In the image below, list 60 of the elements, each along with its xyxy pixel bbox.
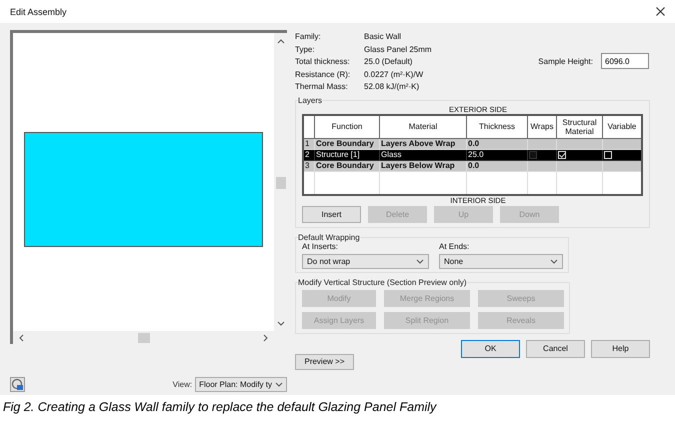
table-cell: Structure [1] [314, 149, 380, 160]
group-label: Modify Vertical Structure (Section Preview only) [298, 278, 467, 286]
property-value: 0.0227 (m²·K)/W [364, 70, 424, 79]
dropdown[interactable]: Floor Plan: Modify ty [195, 377, 287, 392]
property-value: Basic Wall [364, 32, 402, 42]
view-mode-button[interactable] [10, 377, 25, 392]
table-cell: Glass [380, 149, 466, 160]
column-header: Function [314, 114, 380, 138]
column-header: Structural Material [556, 114, 602, 138]
column-header: Material [380, 114, 466, 138]
group-label: Default Wrapping [298, 232, 360, 242]
scroll-up-icon[interactable] [276, 38, 284, 45]
column-header: Variable [602, 114, 642, 138]
property-label: Family: [295, 32, 322, 42]
close-icon[interactable] [656, 7, 665, 16]
dropdown[interactable]: Do not wrap [302, 254, 429, 268]
table-row[interactable]: 2 Structure [1] Glass 25.0 [303, 149, 642, 160]
property-value: 52.08 kJ/(m²·K) [364, 82, 420, 92]
row-number: 1 [303, 138, 314, 149]
group-label: Layers [298, 96, 322, 104]
property-label: Type: [295, 44, 316, 54]
figure-caption: Fig 2. Creating a Glass Wall family to replace the default Glazing Panel Family [2, 399, 438, 414]
check-icon [558, 152, 566, 158]
caret-icon[interactable] [416, 258, 424, 264]
table-cell: Core Boundary [314, 160, 380, 171]
table-cell: Layers Above Wrap [380, 138, 466, 149]
table-row[interactable]: 3 Core Boundary Layers Below Wrap 0.0 [303, 160, 642, 171]
column-header: Wraps [528, 114, 556, 138]
row-number: 2 [303, 149, 314, 160]
button[interactable]: OK [461, 340, 520, 358]
table-cell: Layers Below Wrap [380, 160, 466, 171]
input-field[interactable]: 6096.0 [601, 53, 649, 69]
field-label: Sample Height: [538, 56, 593, 66]
table-row[interactable]: 1 Core Boundary Layers Above Wrap 0.0 [303, 138, 642, 149]
property-value: 25.0 (Default) [364, 57, 414, 66]
caret-icon[interactable] [550, 258, 558, 264]
button[interactable]: Insert [302, 206, 361, 222]
property-label: Thermal Mass: [295, 82, 349, 92]
field-label: At Inserts: [302, 242, 338, 250]
button[interactable]: Help [591, 340, 650, 358]
checkbox[interactable] [529, 150, 537, 158]
scroll-right-icon[interactable] [262, 334, 269, 342]
view-icon [11, 378, 24, 391]
button[interactable]: Cancel [526, 340, 585, 358]
dropdown[interactable]: None [439, 254, 563, 268]
field-label: At Ends: [439, 242, 470, 250]
scroll-thumb[interactable] [276, 176, 286, 188]
row-number: 3 [303, 160, 314, 171]
field-label: View: [172, 380, 192, 389]
scroll-thumb[interactable] [138, 332, 150, 342]
scroll-down-icon[interactable] [276, 320, 284, 327]
column-header: Thickness [466, 114, 528, 138]
property-label: Total thickness: [295, 57, 351, 66]
caret-icon[interactable] [275, 381, 283, 388]
property-value: Glass Panel 25mm [364, 44, 432, 54]
button[interactable]: Preview >> [295, 354, 354, 370]
table-cell: Core Boundary [314, 138, 380, 149]
window-title: Edit Assembly [10, 6, 67, 16]
scroll-left-icon[interactable] [18, 334, 25, 342]
property-label: Resistance (R): [295, 70, 352, 79]
